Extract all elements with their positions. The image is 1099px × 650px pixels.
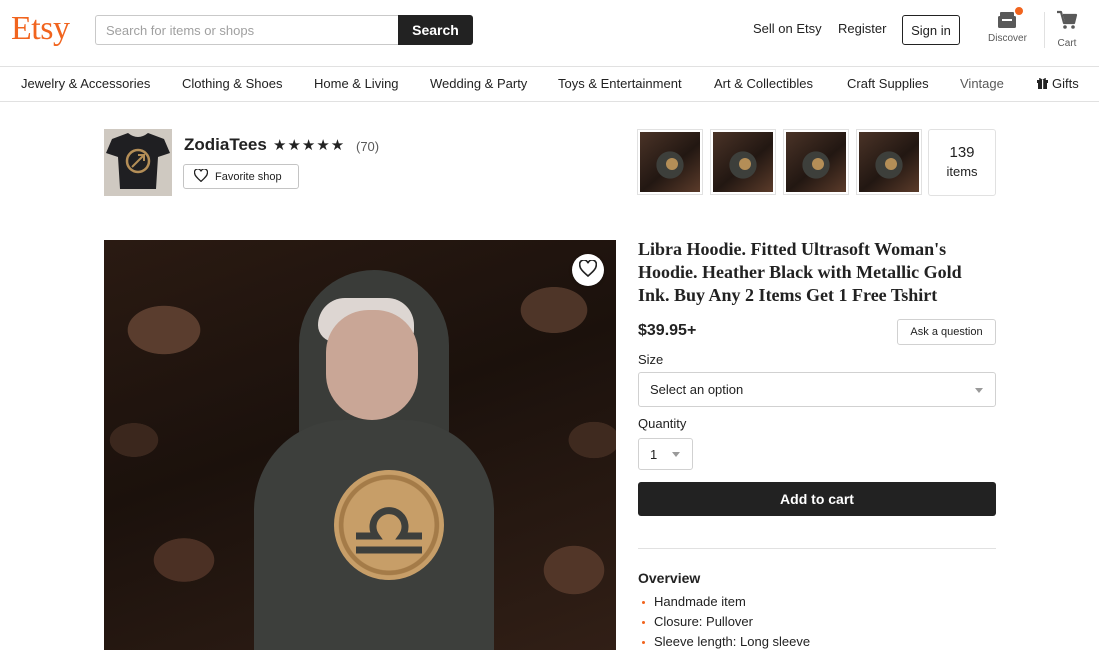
ask-question-button[interactable]: Ask a question: [897, 319, 996, 345]
category-jewelry[interactable]: Jewelry & Accessories: [21, 76, 150, 91]
category-wedding[interactable]: Wedding & Party: [430, 76, 527, 91]
listing-title: Libra Hoodie. Fitted Ultrasoft Woman's H…: [638, 239, 962, 305]
discover-icon: [996, 7, 1024, 30]
add-to-cart-button[interactable]: Add to cart: [638, 482, 996, 516]
overview-list: Handmade item Closure: Pullover Sleeve l…: [638, 592, 810, 650]
listing-main-image[interactable]: [104, 240, 616, 650]
sign-in-button[interactable]: Sign in: [902, 15, 960, 45]
quantity-label: Quantity: [638, 416, 687, 431]
site-header: Etsy Search Sell on Etsy Register Sign i…: [0, 0, 1099, 66]
search-input[interactable]: [95, 15, 398, 45]
shop-thumbnail[interactable]: [783, 129, 849, 195]
category-toys[interactable]: Toys & Entertainment: [558, 76, 682, 91]
shop-rating-stars: ★★★★★: [273, 137, 346, 154]
notification-dot: [1015, 7, 1024, 15]
discover-label: Discover: [988, 33, 1027, 44]
list-item: Sleeve length: Long sleeve: [638, 632, 810, 650]
category-home[interactable]: Home & Living: [314, 76, 399, 91]
favorite-shop-label: Favorite shop: [215, 170, 282, 183]
gift-icon: [1037, 77, 1048, 92]
size-select-value: Select an option: [650, 382, 744, 397]
quantity-value: 1: [650, 446, 658, 462]
favorite-item-button[interactable]: [572, 254, 604, 286]
items-label: items: [946, 164, 978, 179]
category-nav: Jewelry & Accessories Clothing & Shoes H…: [0, 66, 1099, 102]
search-bar: Search: [95, 15, 473, 45]
search-button[interactable]: Search: [398, 15, 473, 45]
category-gifts[interactable]: Gifts: [1037, 76, 1079, 92]
items-count: 139: [949, 144, 975, 161]
etsy-logo[interactable]: Etsy: [11, 10, 70, 48]
register-link[interactable]: Register: [838, 21, 886, 36]
category-clothing[interactable]: Clothing & Shoes: [182, 76, 282, 91]
category-art[interactable]: Art & Collectibles: [714, 76, 813, 91]
list-item: Closure: Pullover: [638, 612, 810, 632]
photo-face: [326, 310, 418, 420]
quantity-select[interactable]: 1: [638, 438, 693, 470]
shop-thumbnail[interactable]: [637, 129, 703, 195]
shop-review-count[interactable]: (70): [356, 139, 379, 154]
header-divider: [1044, 12, 1045, 48]
chevron-down-icon: [975, 388, 983, 393]
size-select[interactable]: Select an option: [638, 372, 996, 407]
libra-emblem: [334, 470, 444, 580]
overview-heading: Overview: [638, 570, 701, 586]
discover-button[interactable]: Discover: [988, 7, 1027, 44]
category-vintage[interactable]: Vintage: [960, 76, 1004, 91]
list-item: Handmade item: [638, 592, 810, 612]
heart-icon: [193, 167, 215, 185]
favorite-shop-button[interactable]: Favorite shop: [183, 164, 299, 189]
sell-on-etsy-link[interactable]: Sell on Etsy: [753, 21, 822, 36]
category-craft[interactable]: Craft Supplies: [847, 76, 929, 91]
listing-price: $39.95+: [638, 322, 697, 339]
section-divider: [638, 548, 996, 549]
cart-label: Cart: [1057, 38, 1077, 49]
size-label: Size: [638, 352, 664, 367]
shop-thumbnail[interactable]: [856, 129, 922, 195]
category-gifts-label: Gifts: [1052, 76, 1079, 91]
shop-items-count-box[interactable]: 139 items: [928, 129, 996, 196]
cart-icon: [1056, 10, 1078, 35]
shop-name[interactable]: ZodiaTees: [184, 135, 267, 155]
chevron-down-icon: [672, 452, 680, 457]
shop-avatar[interactable]: [104, 129, 172, 196]
cart-button[interactable]: Cart: [1056, 10, 1078, 49]
heart-icon: [578, 259, 598, 280]
shop-thumbnail[interactable]: [710, 129, 776, 195]
